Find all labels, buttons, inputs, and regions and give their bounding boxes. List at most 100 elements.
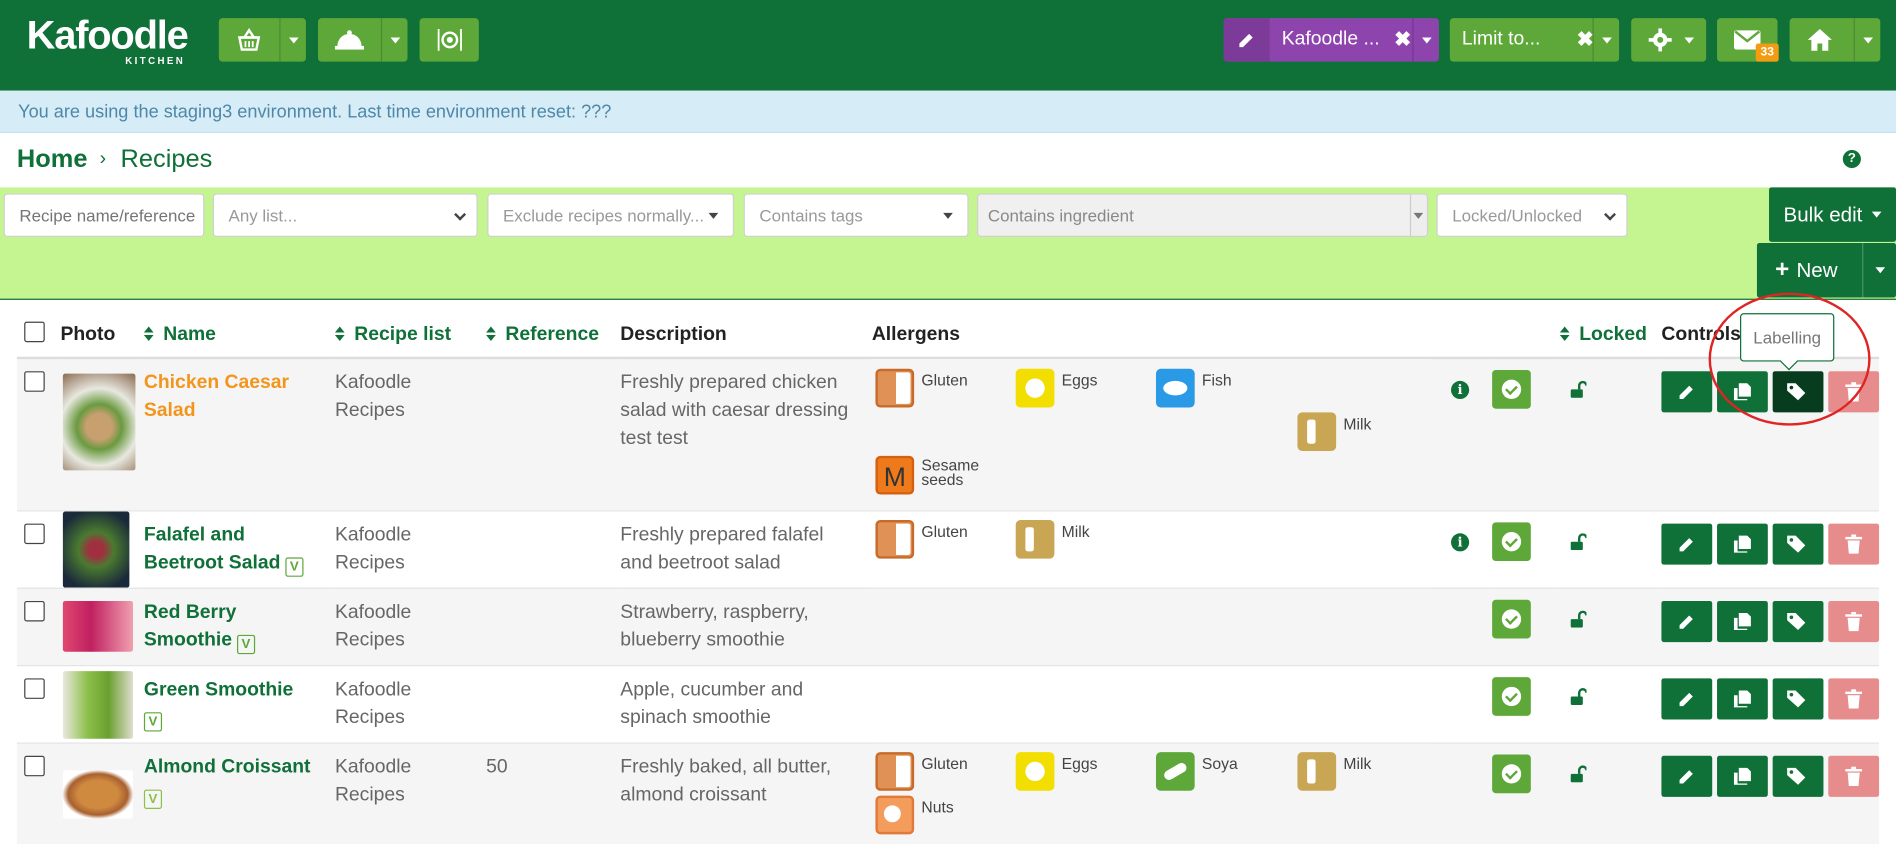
close-icon[interactable]: ✖ (1577, 28, 1594, 52)
recipe-photo[interactable] (62, 510, 130, 588)
caret-down-icon (1862, 36, 1873, 43)
home-dropdown-toggle[interactable] (1853, 18, 1881, 62)
labelling-button[interactable] (1772, 522, 1824, 565)
recipe-photo[interactable] (62, 600, 134, 652)
row-checkbox[interactable] (24, 600, 45, 621)
recipe-name-link[interactable]: Falafel and Beetroot Salad V (144, 521, 335, 577)
unlock-icon[interactable] (1570, 610, 1587, 627)
unlock-icon[interactable] (1570, 687, 1587, 705)
column-name-label: Name (163, 323, 216, 345)
tags-icon (1787, 689, 1806, 707)
column-reference[interactable]: Reference (486, 311, 621, 360)
recipe-name-link[interactable]: Red Berry Smoothie V (144, 598, 335, 654)
edit-button[interactable] (1661, 371, 1713, 413)
ingredients-dropdown-toggle[interactable] (279, 18, 306, 62)
row-checkbox[interactable] (24, 677, 45, 699)
labelling-button[interactable] (1772, 755, 1824, 797)
recipe-name-link[interactable]: Green Smoothie V (143, 675, 335, 731)
unlock-icon[interactable] (1570, 532, 1587, 550)
row-controls (1661, 666, 1880, 719)
locked-select[interactable]: Locked/Unlocked (1436, 193, 1628, 237)
approved-check-button[interactable] (1492, 753, 1531, 793)
settings-button[interactable] (1631, 18, 1707, 62)
kafoodle-filter-button[interactable]: Kafoodle ... ✖ (1223, 18, 1439, 62)
copy-button[interactable] (1717, 600, 1768, 642)
basket-icon (237, 28, 261, 51)
copy-button[interactable] (1717, 755, 1768, 797)
copy-icon (1733, 535, 1751, 552)
unlock-icon[interactable] (1570, 380, 1587, 398)
column-name[interactable]: Name (143, 311, 335, 360)
column-description: Description (620, 311, 872, 360)
chevron-down-icon (454, 208, 467, 221)
recipes-dropdown-toggle[interactable] (380, 18, 408, 62)
delete-button[interactable] (1828, 755, 1880, 797)
recipe-name-line: Salad (143, 400, 196, 421)
row-checkbox[interactable] (24, 755, 45, 776)
select-all-checkbox[interactable] (24, 321, 45, 342)
breadcrumb-home[interactable]: Home (17, 145, 88, 174)
fish-icon (1155, 368, 1195, 408)
column-list[interactable]: Recipe list (334, 311, 487, 360)
info-icon[interactable]: i (1451, 532, 1470, 551)
new-recipe-dropdown[interactable] (1862, 243, 1896, 298)
recipe-list: Recipes (334, 706, 405, 728)
allergen-sesame: M Sesame seeds (875, 455, 979, 495)
kafoodle-filter-dropdown[interactable] (1412, 18, 1439, 62)
logo-text: Kafoodle (26, 12, 189, 57)
copy-button[interactable] (1717, 522, 1768, 565)
approved-check-button[interactable] (1492, 521, 1531, 561)
tags-select[interactable]: Contains tags (743, 193, 969, 237)
close-icon[interactable]: ✖ (1394, 28, 1411, 52)
allergen-gluten: Gluten (875, 751, 968, 791)
help-icon[interactable]: ? (1842, 149, 1861, 169)
labelling-button[interactable] (1772, 600, 1824, 642)
messages-button[interactable]: 33 (1717, 18, 1779, 62)
allergen-label: Eggs (1061, 753, 1098, 773)
labelling-button[interactable] (1772, 677, 1824, 719)
approved-check-button[interactable] (1492, 370, 1531, 409)
recipe-photo[interactable] (62, 769, 134, 819)
ingredient-select[interactable]: Contains ingredient (977, 193, 1429, 237)
copy-button[interactable] (1717, 677, 1768, 719)
limit-filter-button[interactable]: Limit to... ✖ (1449, 18, 1620, 62)
ingredient-dropdown-toggle[interactable] (1409, 194, 1427, 236)
column-locked[interactable]: Locked (1559, 311, 1662, 360)
vegetarian-icon: V (236, 634, 256, 654)
row-checkbox[interactable] (24, 371, 45, 392)
menus-button[interactable] (419, 18, 479, 62)
new-recipe-button[interactable]: + New (1756, 243, 1896, 298)
edit-button[interactable] (1661, 677, 1713, 719)
kafoodle-logo[interactable]: Kafoodle KITCHEN (26, 12, 189, 67)
gluten-icon (875, 368, 915, 408)
recipe-photo[interactable] (62, 373, 136, 471)
breadcrumb-separator-icon: › (99, 148, 107, 170)
info-icon[interactable]: i (1451, 380, 1470, 400)
approved-check-button[interactable] (1492, 676, 1531, 716)
exclude-select[interactable]: Exclude recipes normally... (487, 193, 734, 237)
recipes-menu-button[interactable] (318, 18, 408, 62)
row-checkbox[interactable] (24, 522, 45, 544)
delete-button[interactable] (1828, 677, 1880, 719)
ingredients-menu-button[interactable] (218, 18, 306, 62)
edit-button[interactable] (1661, 522, 1713, 565)
recipe-search-input[interactable] (3, 193, 205, 237)
home-button[interactable] (1789, 18, 1881, 62)
chevron-down-icon (1604, 208, 1617, 221)
delete-button[interactable] (1828, 600, 1880, 642)
edit-button[interactable] (1661, 755, 1713, 797)
recipe-photo[interactable] (62, 670, 134, 739)
limit-filter-dropdown[interactable] (1592, 18, 1619, 62)
delete-button[interactable] (1828, 522, 1880, 565)
approved-check-button[interactable] (1492, 599, 1531, 638)
copy-icon (1733, 767, 1751, 785)
recipe-name-link[interactable]: Chicken Caesar Salad (144, 369, 335, 425)
edit-button[interactable] (1661, 600, 1713, 642)
list-select[interactable]: Any list... (212, 193, 478, 237)
bulk-edit-button[interactable]: Bulk edit (1769, 187, 1896, 242)
unlock-icon[interactable] (1570, 764, 1587, 782)
trash-icon (1845, 766, 1863, 786)
allergen-label: Gluten (921, 521, 968, 540)
caret-down-icon (1874, 267, 1885, 274)
recipe-name-link[interactable]: Almond Croissant V (143, 753, 335, 809)
